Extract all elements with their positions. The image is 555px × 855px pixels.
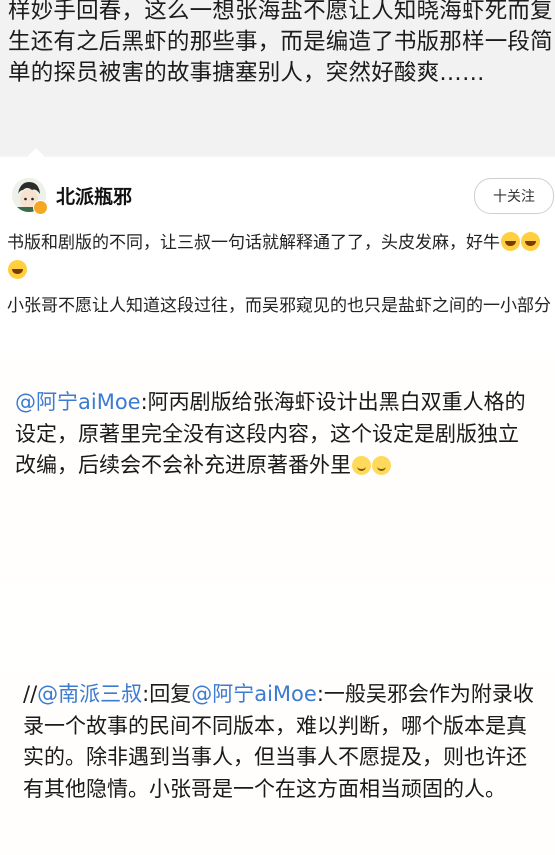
reply-label: :回复 bbox=[142, 682, 192, 706]
follow-button[interactable]: 十关注 bbox=[474, 178, 554, 214]
image-blank-area bbox=[0, 583, 555, 673]
laugh-emoji-icon bbox=[8, 260, 27, 279]
quoted-comment-1: @阿宁aiMoe:阿丙剧版给张海虾设计出黑白双重人格的设定，原著里完全没有这段内… bbox=[15, 387, 535, 482]
slight-smile-emoji-icon bbox=[352, 456, 371, 475]
laugh-emoji-icon bbox=[521, 232, 540, 251]
quote-prefix: // bbox=[23, 682, 38, 706]
post-paragraph-1-text: 书版和剧版的不同，让三叔一句话就解释通了了，头皮发麻，好牛 bbox=[7, 233, 500, 253]
verified-badge-icon bbox=[33, 200, 48, 215]
previous-comment: 样妙手回春，这么一想张海盐不愿让人知晓海虾死而复生还有之后黑虾的那些事，而是编造… bbox=[0, 0, 555, 155]
quoted-comment-2: //@南派三叔:回复@阿宁aiMoe:一般吴邪会作为附录收录一个故事的民间不同版… bbox=[23, 679, 543, 805]
post-paragraph-1: 书版和剧版的不同，让三叔一句话就解释通了了，头皮发麻，好牛 bbox=[7, 229, 552, 285]
slight-smile-emoji-icon bbox=[372, 456, 391, 475]
previous-comment-text: 样妙手回春，这么一想张海盐不愿让人知晓海虾死而复生还有之后黑虾的那些事，而是编造… bbox=[8, 0, 553, 86]
mention-link[interactable]: @阿宁aiMoe bbox=[191, 682, 317, 706]
mention-link[interactable]: @阿宁aiMoe bbox=[15, 390, 141, 414]
username[interactable]: 北派瓶邪 bbox=[56, 182, 132, 209]
post-paragraph-2: 小张哥不愿让人知道这段过往，而吴邪窥见的也只是盐虾之间的一小部分 bbox=[7, 296, 551, 316]
mention-link[interactable]: @南派三叔 bbox=[37, 682, 142, 706]
laugh-emoji-icon bbox=[501, 232, 520, 251]
